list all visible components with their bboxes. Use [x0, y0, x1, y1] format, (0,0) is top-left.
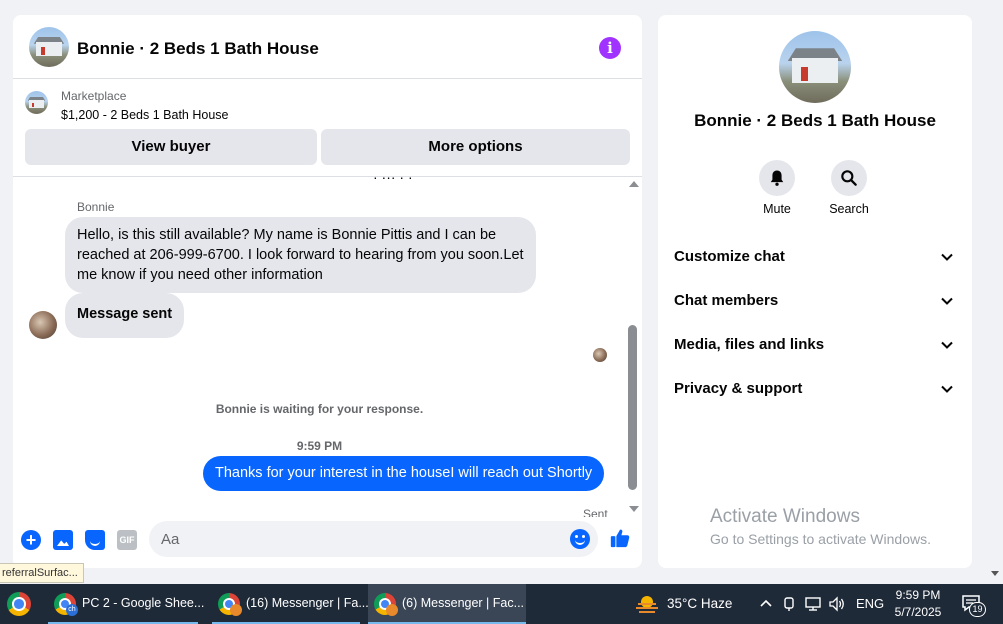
- waiting-notice: Bonnie is waiting for your response.: [215, 402, 424, 416]
- seen-receipt-avatar: [593, 348, 607, 362]
- clipped-message-text: · ··· · ·: [373, 177, 413, 185]
- scroll-thumb[interactable]: [628, 325, 637, 490]
- taskbar: ch PC 2 - Google Shee... (16) Messenger …: [0, 584, 1003, 624]
- sticker-icon[interactable]: [85, 530, 105, 550]
- chevron-down-icon: [941, 297, 953, 305]
- watermark-title: Activate Windows: [710, 506, 860, 527]
- listing-price-title[interactable]: $1,200 - 2 Beds 1 Bath House: [61, 108, 228, 122]
- scroll-down-arrow-icon[interactable]: [629, 506, 639, 512]
- chat-panel: Bonnie · 2 Beds 1 Bath House i Marketpla…: [13, 15, 642, 568]
- profile-badge: [386, 604, 398, 616]
- gif-icon[interactable]: GIF: [117, 530, 137, 550]
- taskbar-item-google-sheets[interactable]: ch PC 2 - Google Shee...: [48, 584, 204, 624]
- mute-label: Mute: [763, 202, 791, 216]
- media-files-links-section[interactable]: Media, files and links: [674, 333, 956, 357]
- network-icon[interactable]: [804, 596, 822, 612]
- photo-icon[interactable]: [53, 530, 73, 550]
- section-label: Chat members: [674, 292, 779, 309]
- chevron-down-icon: [941, 385, 953, 393]
- view-buyer-button[interactable]: View buyer: [25, 129, 317, 165]
- listing-profile-avatar[interactable]: [779, 31, 851, 103]
- sender-name: Bonnie: [77, 200, 115, 214]
- notification-count-badge: 19: [969, 602, 986, 617]
- incoming-message-bubble[interactable]: Hello, is this still available? My name …: [65, 217, 536, 293]
- section-label: Privacy & support: [674, 380, 803, 397]
- message-list: · ··· · · Bonnie Hello, is this still av…: [13, 177, 642, 517]
- search-icon: [841, 170, 857, 186]
- privacy-support-section[interactable]: Privacy & support: [674, 377, 956, 401]
- marketplace-card: Marketplace $1,200 - 2 Beds 1 Bath House…: [13, 79, 642, 177]
- chat-title[interactable]: Bonnie · 2 Beds 1 Bath House: [77, 39, 319, 59]
- chat-info-panel: Bonnie · 2 Beds 1 Bath House Mute Search…: [658, 15, 972, 568]
- chevron-down-icon: [941, 341, 953, 349]
- taskbar-item-messenger-16[interactable]: (16) Messenger | Fa...: [212, 584, 369, 624]
- mute-button[interactable]: Mute: [747, 160, 807, 216]
- system-clock[interactable]: 9:59 PM 5/7/2025: [886, 587, 950, 621]
- search-button[interactable]: Search: [819, 160, 879, 216]
- clock-date: 5/7/2025: [894, 605, 942, 619]
- profile-badge: ch: [66, 604, 78, 616]
- more-options-button[interactable]: More options: [321, 129, 630, 165]
- section-label: Media, files and links: [674, 336, 825, 353]
- clock-time: 9:59 PM: [895, 588, 941, 602]
- info-panel-title: Bonnie · 2 Beds 1 Bath House: [694, 111, 936, 130]
- task-label: (16) Messenger | Fa...: [246, 596, 369, 610]
- taskbar-item-messenger-6[interactable]: (6) Messenger | Fac...: [368, 584, 526, 624]
- task-label: PC 2 - Google Shee...: [82, 596, 205, 610]
- incoming-message-bubble[interactable]: Message sent: [65, 293, 185, 338]
- outgoing-message-bubble[interactable]: Thanks for your interest in the houseI w…: [203, 456, 605, 491]
- message-status: Sent: [583, 507, 608, 517]
- message-timestamp: 9:59 PM: [296, 439, 343, 453]
- task-label: (6) Messenger | Fac...: [402, 596, 525, 610]
- marketplace-label: Marketplace: [61, 89, 127, 103]
- listing-thumbnail[interactable]: [25, 91, 48, 114]
- plus-icon[interactable]: +: [21, 530, 41, 550]
- activate-windows-watermark: Activate Windows Go to Settings to activ…: [710, 506, 931, 547]
- thumbs-up-icon[interactable]: [609, 527, 631, 549]
- profile-badge: [230, 604, 242, 616]
- scroll-up-arrow-icon[interactable]: [629, 181, 639, 187]
- volume-icon[interactable]: [828, 596, 846, 612]
- chat-header: Bonnie · 2 Beds 1 Bath House i: [13, 15, 642, 79]
- status-tooltip: referralSurfac...: [0, 563, 84, 583]
- chevron-down-icon: [941, 253, 953, 261]
- info-icon[interactable]: i: [599, 37, 621, 59]
- search-label: Search: [829, 202, 869, 216]
- message-input[interactable]: [149, 521, 598, 557]
- chat-members-section[interactable]: Chat members: [674, 289, 956, 313]
- chevron-up-icon[interactable]: [760, 598, 772, 608]
- message-composer: + GIF: [13, 517, 642, 568]
- listing-avatar[interactable]: [29, 27, 69, 67]
- weather-text[interactable]: 35°C Haze: [667, 596, 732, 611]
- sender-avatar[interactable]: [29, 311, 57, 339]
- customize-chat-section[interactable]: Customize chat: [674, 245, 956, 269]
- haze-weather-icon[interactable]: [636, 594, 658, 614]
- watermark-subtitle: Go to Settings to activate Windows.: [710, 531, 931, 547]
- chrome-icon[interactable]: [7, 592, 31, 616]
- message-scrollbar[interactable]: [625, 177, 642, 519]
- section-label: Customize chat: [674, 248, 785, 265]
- emoji-icon[interactable]: [570, 529, 590, 549]
- usb-device-icon[interactable]: [782, 596, 796, 612]
- bell-icon: [770, 170, 784, 186]
- language-indicator[interactable]: ENG: [856, 596, 884, 611]
- page-scroll-down-icon[interactable]: [991, 571, 999, 576]
